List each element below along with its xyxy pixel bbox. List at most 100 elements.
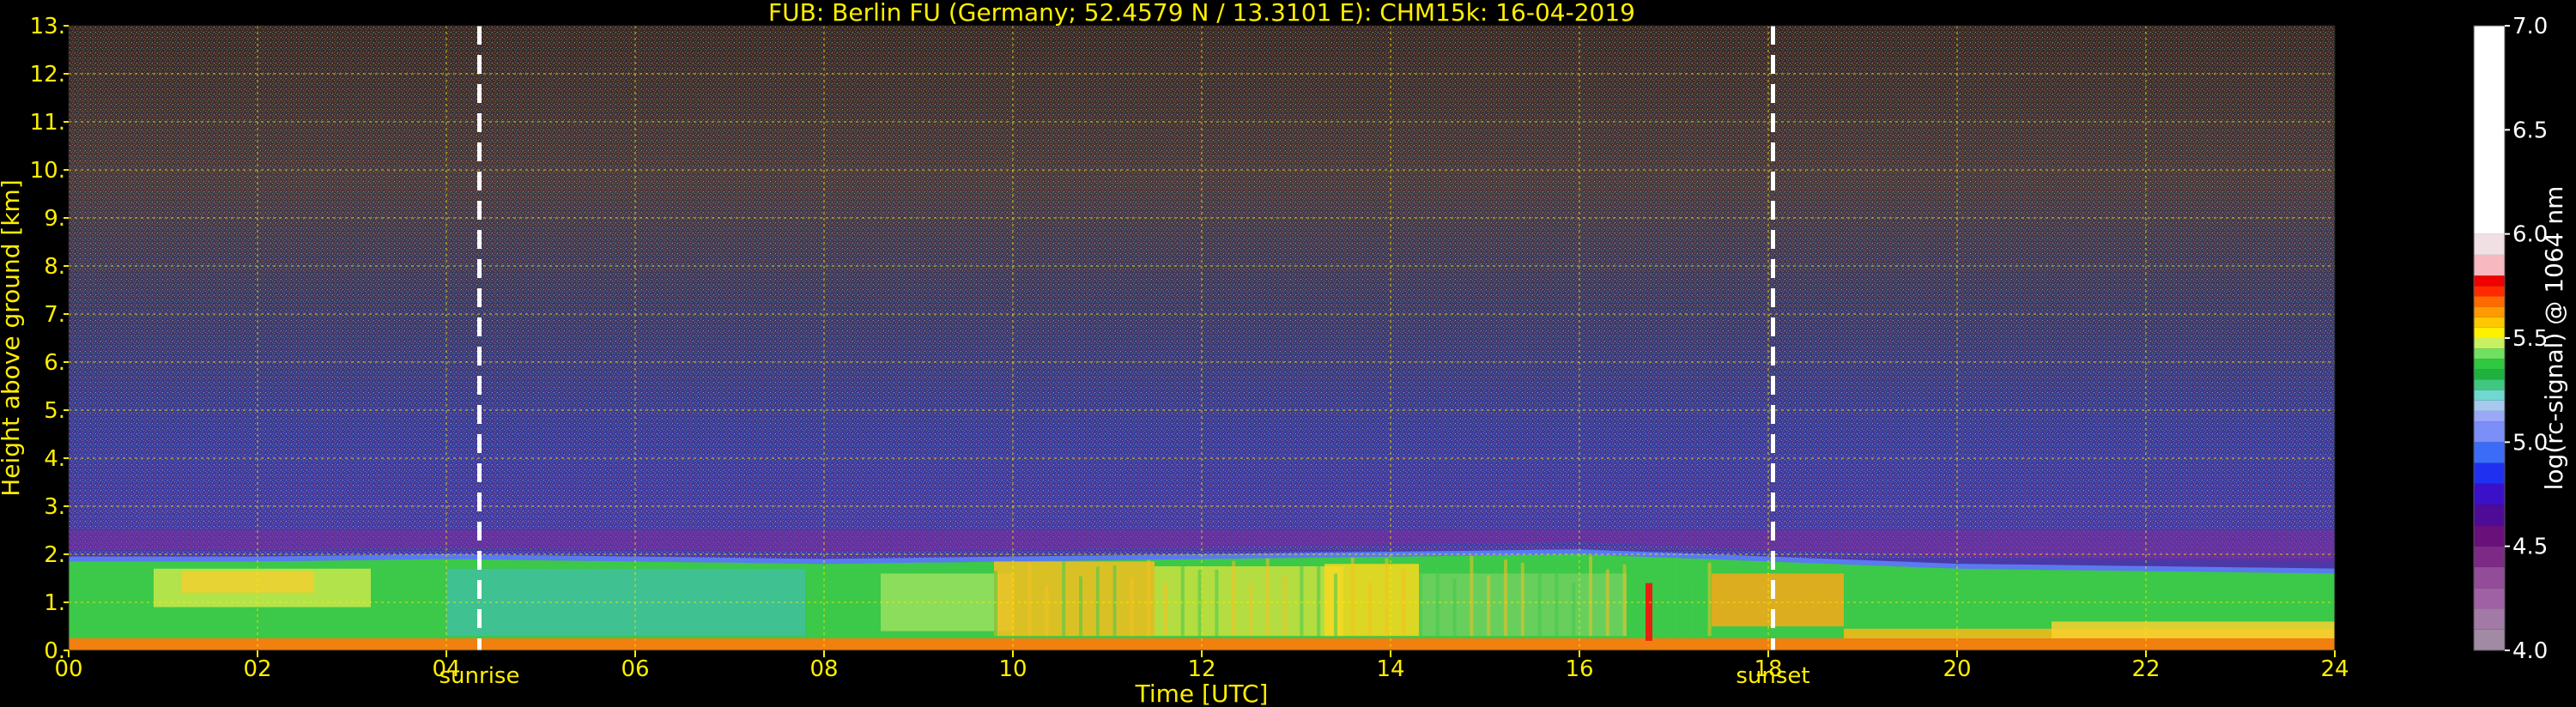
y-tick-label: 12. — [30, 62, 65, 88]
night-low-yellow-2 — [2052, 621, 2335, 641]
x-tick-label: 24 — [2320, 656, 2349, 682]
x-tick-label: 20 — [1943, 656, 1971, 682]
y-tick-label: 1. — [44, 590, 65, 616]
x-tick-label: 12 — [1187, 656, 1215, 682]
layer-streak — [1504, 559, 1507, 637]
layer-streak — [1265, 558, 1270, 637]
ceilometer-chart: sunrise sunset 00 02 04 06 08 10 12 14 16 18 20 22 24… — [0, 0, 2568, 707]
layer-streak — [1707, 562, 1712, 637]
colorbar-tick-label: 6.5 — [2512, 118, 2548, 143]
colorbar-swatch — [2474, 525, 2505, 547]
layer-streak — [1164, 583, 1167, 637]
colorbar-swatch — [2474, 566, 2505, 589]
x-tick-label: 14 — [1376, 656, 1404, 682]
layer-streak — [1470, 555, 1474, 637]
colorbar-tick-label: 7.0 — [2512, 14, 2548, 39]
colorbar-swatch — [2474, 359, 2505, 370]
layer-streak — [1197, 570, 1202, 637]
layer-streak — [1147, 559, 1151, 637]
layer-streak — [1419, 565, 1422, 637]
y-tick-label: 9. — [44, 206, 65, 232]
layer-streak — [1640, 560, 1644, 637]
y-tick-label: 0. — [44, 638, 65, 664]
layer-streak — [1095, 566, 1100, 637]
layer-streak — [1572, 582, 1576, 637]
x-axis: 00 02 04 06 08 10 12 14 16 18 20 22 24 — [54, 650, 2349, 682]
layer-streak — [1334, 573, 1337, 637]
colorbar-swatch — [2474, 317, 2505, 328]
evening-orange — [1712, 573, 1844, 626]
y-tick-label: 3. — [44, 494, 65, 520]
colorbar-swatch — [2474, 629, 2505, 650]
layer-streak — [1282, 576, 1287, 637]
y-tick-label: 6. — [44, 350, 65, 376]
layer-streak — [1062, 561, 1066, 637]
night-teal-patch — [446, 568, 805, 637]
layer-streak — [1079, 576, 1082, 637]
colorbar-swatch — [2474, 546, 2505, 567]
colorbar-swatch — [2474, 442, 2505, 463]
colorbar-swatch — [2474, 327, 2505, 338]
layer-streak — [1622, 564, 1627, 637]
y-tick-label: 8. — [44, 254, 65, 280]
x-tick-label: 16 — [1565, 656, 1593, 682]
x-tick-label: 08 — [809, 656, 838, 682]
x-tick-label: 02 — [243, 656, 271, 682]
layer-streak — [1690, 579, 1694, 637]
early-yellow-patch — [182, 571, 314, 593]
colorbar-swatch — [2474, 233, 2505, 255]
layer-streak — [1130, 577, 1134, 637]
colorbar-swatch — [2474, 296, 2505, 307]
y-tick-label: 11. — [30, 110, 65, 136]
layer-streak — [1520, 562, 1524, 637]
colorbar-swatch — [2474, 462, 2505, 484]
layer-streak — [1300, 563, 1304, 637]
chart-title: FUB: Berlin FU (Germany; 52.4579 N / 13.… — [768, 0, 1635, 27]
colorbar-swatch — [2474, 26, 2505, 234]
layer-streak — [1249, 582, 1252, 637]
layer-streak — [1435, 559, 1440, 637]
y-tick-label: 2. — [44, 542, 65, 568]
colorbar-swatch — [2474, 369, 2505, 380]
colorbar-swatch — [2474, 608, 2505, 630]
colorbar-swatch — [2474, 400, 2505, 411]
layer-streak — [1112, 565, 1117, 637]
colorbar-swatch — [2474, 254, 2505, 276]
colorbar-swatch — [2474, 275, 2505, 287]
colorbar-title: log(rc-signal) @ 1064 nm — [2540, 186, 2568, 491]
y-tick-label: 13. — [30, 14, 65, 39]
layer-streak — [1537, 570, 1542, 637]
x-tick-label: 06 — [621, 656, 649, 682]
colorbar-tick-label: 4.5 — [2512, 535, 2548, 560]
colorbar-swatch — [2474, 286, 2505, 297]
colorbar-swatch — [2474, 306, 2505, 317]
y-tick-label: 10. — [30, 158, 65, 184]
y-tick-label: 7. — [44, 302, 65, 328]
layer-streak — [1180, 561, 1185, 637]
layer-streak — [1367, 583, 1372, 637]
layer-streak — [1452, 578, 1457, 637]
colorbar-tick-label: 4.0 — [2512, 638, 2548, 664]
red-streak — [1646, 583, 1652, 641]
x-tick-label: 22 — [2131, 656, 2160, 682]
colorbar: 4.04.55.05.56.06.57.0 — [2473, 14, 2548, 664]
layer-streak — [1487, 575, 1491, 637]
x-tick-label: 04 — [432, 656, 460, 682]
layer-streak — [994, 571, 997, 637]
y-tick-label: 4. — [44, 446, 65, 472]
x-axis-title: Time [UTC] — [1135, 680, 1269, 707]
layer-streak — [1027, 562, 1032, 637]
layer-streak — [1674, 558, 1677, 637]
layer-streak — [1555, 555, 1559, 637]
y-axis: 0. 1. 2. 3. 4. 5. 6. 7. 8. 9. 10. 11. 12. 13. — [30, 14, 69, 664]
y-axis-title: Height above ground [km] — [0, 179, 25, 497]
colorbar-swatch — [2474, 348, 2505, 360]
colorbar-swatch — [2474, 588, 2505, 609]
layer-streak — [1045, 585, 1049, 637]
colorbar-swatch — [2474, 390, 2505, 401]
layer-streak — [1589, 555, 1592, 637]
y-tick-label: 5. — [44, 398, 65, 424]
colorbar-swatch — [2474, 379, 2505, 390]
layer-streak — [1350, 557, 1355, 637]
x-tick-label: 18 — [1754, 656, 1782, 682]
